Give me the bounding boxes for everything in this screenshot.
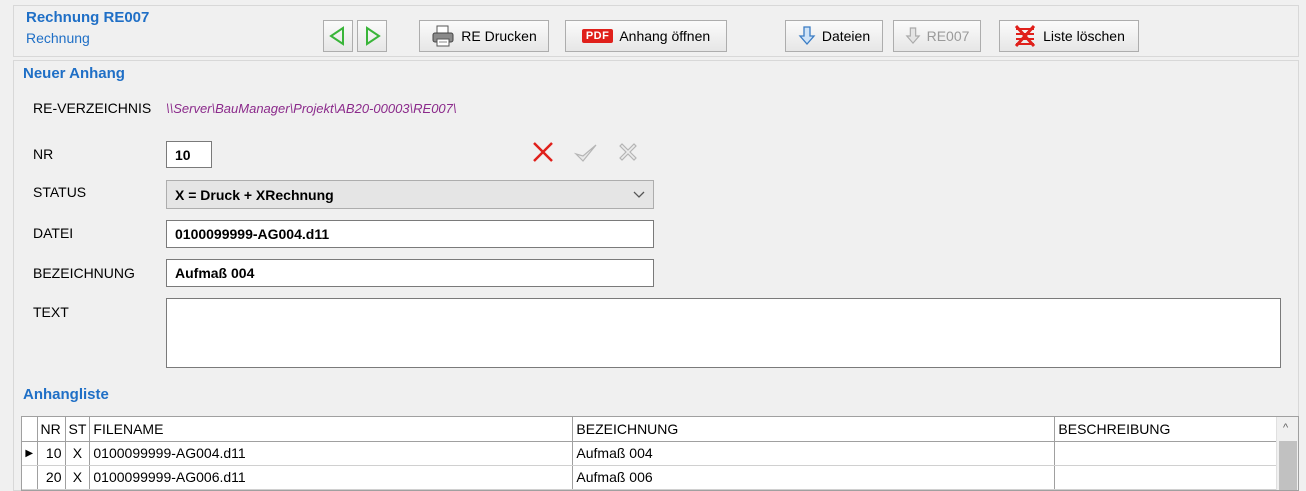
column-header-nr[interactable]: NR: [37, 417, 66, 442]
table-row[interactable]: 20 X 0100099999-AG006.d11 Aufmaß 006: [22, 465, 1284, 490]
row-selector[interactable]: [22, 465, 38, 490]
invoice-file-button[interactable]: RE007: [893, 20, 981, 52]
cell-filename[interactable]: 0100099999-AG004.d11: [89, 441, 574, 466]
prev-button[interactable]: [323, 20, 353, 52]
attachment-list-grid[interactable]: NR ST FILENAME BEZEICHNUNG BESCHREIBUNG …: [21, 416, 1299, 491]
row-selector-header: [22, 417, 38, 442]
printer-icon: [432, 25, 454, 47]
directory-label: RE-VERZEICHNIS: [33, 100, 152, 116]
clear-list-button[interactable]: Liste löschen: [999, 20, 1139, 52]
cancel-icon[interactable]: [616, 140, 640, 164]
chevron-down-icon: [633, 191, 645, 198]
new-attachment-section-title: Neuer Anhang: [23, 65, 125, 82]
open-attachment-button[interactable]: PDF Anhang öffnen: [565, 20, 727, 52]
cell-st[interactable]: X: [65, 465, 91, 490]
scroll-up-icon[interactable]: ^: [1283, 422, 1288, 434]
current-row-indicator-icon: ▶: [22, 441, 38, 466]
vertical-scrollbar[interactable]: ^: [1276, 417, 1298, 490]
download-arrow-disabled-icon: [905, 27, 921, 44]
status-select[interactable]: X = Druck + XRechnung: [166, 180, 654, 209]
status-selected-value: X = Druck + XRechnung: [175, 186, 334, 203]
invoice-file-label: RE007: [926, 28, 970, 44]
column-header-beschreibung[interactable]: BESCHREIBUNG: [1054, 417, 1284, 442]
datei-label: DATEI: [33, 225, 74, 241]
status-label: STATUS: [33, 184, 87, 200]
column-header-filename[interactable]: FILENAME: [89, 417, 574, 442]
bezeichnung-field[interactable]: Aufmaß 004: [166, 259, 654, 287]
files-label: Dateien: [821, 28, 871, 44]
print-invoice-button[interactable]: RE Drucken: [419, 20, 549, 52]
open-attachment-label: Anhang öffnen: [619, 28, 711, 44]
cell-st[interactable]: X: [65, 441, 91, 466]
cell-beschreibung[interactable]: [1054, 441, 1284, 466]
header-bar: Rechnung RE007 Rechnung RE Drucken PDF A…: [13, 5, 1299, 57]
cell-beschreibung[interactable]: [1054, 465, 1284, 490]
arrow-right-icon: [366, 26, 381, 46]
download-arrow-icon: [798, 26, 816, 45]
document-title: Rechnung RE007: [26, 9, 150, 26]
cell-bezeichnung[interactable]: Aufmaß 004: [572, 441, 1056, 466]
datei-field[interactable]: 0100099999-AG004.d11: [166, 220, 654, 248]
cell-nr[interactable]: 20: [37, 465, 66, 490]
bezeichnung-label: BEZEICHNUNG: [33, 265, 135, 281]
column-header-bezeichnung[interactable]: BEZEICHNUNG: [572, 417, 1056, 442]
arrow-left-icon: [329, 26, 344, 46]
column-header-st[interactable]: ST: [65, 417, 91, 442]
grid-header-row: NR ST FILENAME BEZEICHNUNG BESCHREIBUNG: [22, 417, 1284, 442]
document-subtitle: Rechnung: [26, 30, 90, 46]
nr-field[interactable]: 10: [166, 141, 212, 168]
pdf-icon: PDF: [581, 29, 614, 43]
text-area[interactable]: [166, 298, 1281, 368]
clear-list-icon: [1015, 24, 1036, 48]
cell-filename[interactable]: 0100099999-AG006.d11: [89, 465, 574, 490]
attachment-list-section-title: Anhangliste: [23, 386, 109, 403]
delete-x-icon[interactable]: [531, 140, 555, 164]
table-row[interactable]: ▶ 10 X 0100099999-AG004.d11 Aufmaß 004: [22, 441, 1284, 466]
scrollbar-thumb[interactable]: [1279, 441, 1297, 490]
files-button[interactable]: Dateien: [785, 20, 883, 52]
text-label: TEXT: [33, 304, 69, 320]
directory-path: \\Server\BauManager\Projekt\AB20-00003\R…: [166, 101, 457, 116]
next-button[interactable]: [357, 20, 387, 52]
nr-label: NR: [33, 146, 54, 162]
cell-bezeichnung[interactable]: Aufmaß 006: [572, 465, 1056, 490]
cell-nr[interactable]: 10: [37, 441, 66, 466]
print-invoice-label: RE Drucken: [461, 28, 537, 44]
checkmark-icon[interactable]: [574, 142, 598, 164]
clear-list-label: Liste löschen: [1043, 28, 1125, 44]
